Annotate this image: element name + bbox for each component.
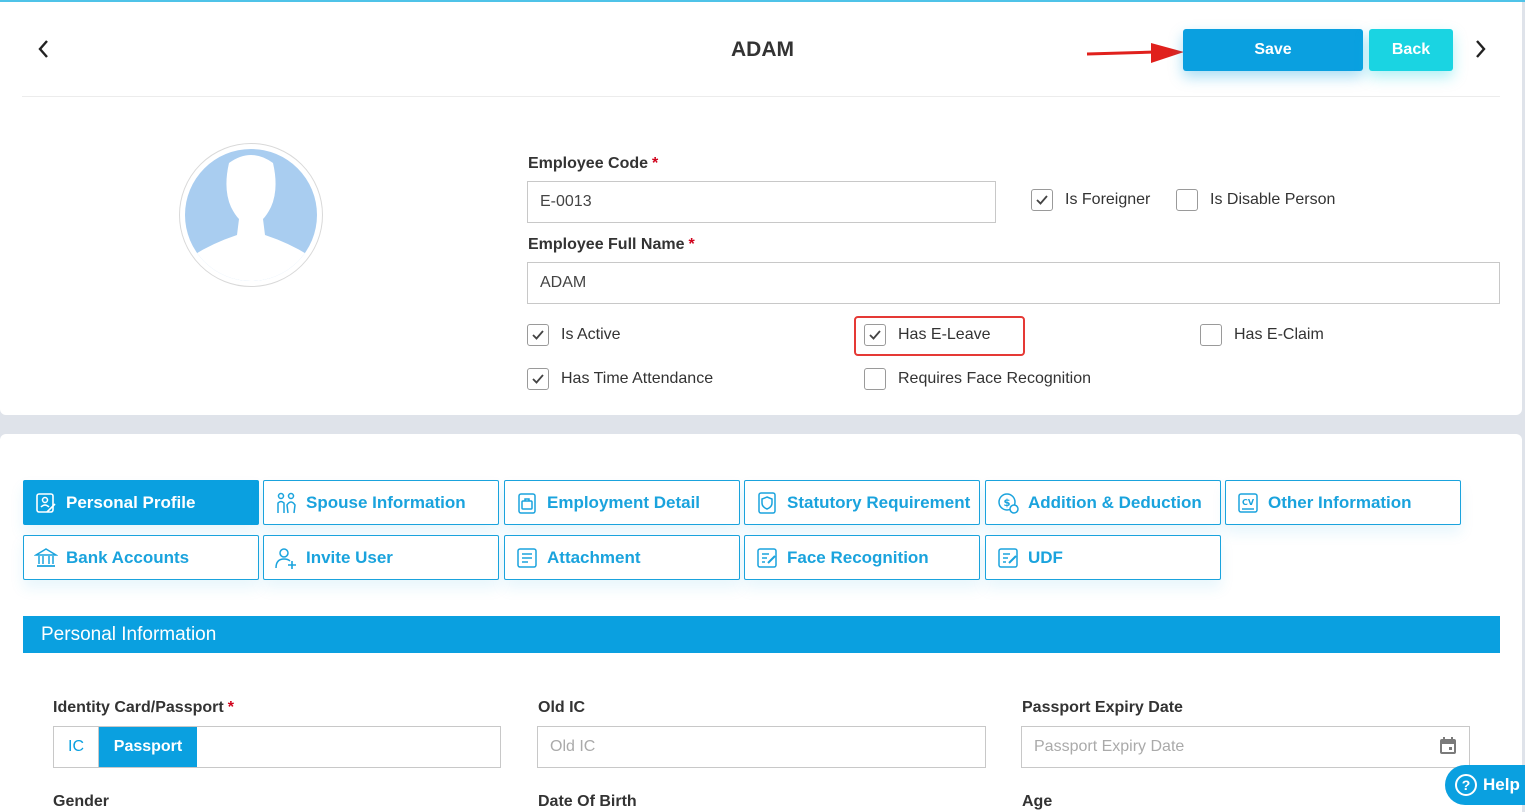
is-foreigner-label: Is Foreigner: [1065, 191, 1151, 208]
tab-label: Personal Profile: [66, 492, 196, 512]
passport-expiry-date-input[interactable]: Passport Expiry Date: [1021, 726, 1470, 768]
identity-card-passport-label: Identity Card/Passport *: [53, 699, 234, 716]
tab-attachment[interactable]: Attachment: [504, 535, 740, 580]
tab-label: Bank Accounts: [66, 547, 190, 567]
is-active-checkbox[interactable]: Is Active: [527, 324, 621, 346]
header-divider: [22, 96, 1500, 97]
svg-text:CV: CV: [1242, 498, 1255, 507]
help-label: Help: [1483, 775, 1520, 794]
document-edit-icon: [755, 546, 779, 570]
profile-icon: [34, 491, 58, 515]
identity-option-ic[interactable]: IC: [54, 727, 99, 767]
back-button[interactable]: Back: [1369, 29, 1453, 71]
red-annotation-arrow-icon: [1086, 43, 1184, 63]
has-time-attendance-checkbox[interactable]: Has Time Attendance: [527, 368, 713, 390]
checkbox-checked-icon: [527, 324, 549, 346]
is-disable-person-label: Is Disable Person: [1210, 191, 1336, 208]
spouse-icon: [274, 491, 298, 515]
help-button[interactable]: ? Help: [1445, 765, 1525, 805]
employee-code-input[interactable]: E-0013: [527, 181, 996, 223]
question-mark-icon: ?: [1455, 774, 1477, 796]
red-highlight-box: [854, 316, 1025, 356]
checkbox-unchecked-icon: [1200, 324, 1222, 346]
has-time-attendance-label: Has Time Attendance: [561, 370, 714, 387]
date-of-birth-label: Date Of Birth: [538, 793, 637, 810]
has-e-claim-checkbox[interactable]: Has E-Claim: [1200, 324, 1324, 346]
tab-label: Invite User: [306, 547, 393, 567]
tab-label: Attachment: [547, 547, 641, 567]
tab-face-recognition[interactable]: Face Recognition: [744, 535, 980, 580]
cv-icon: CV: [1236, 491, 1260, 515]
tab-udf[interactable]: UDF: [985, 535, 1221, 580]
tab-label: Statutory Requirement: [787, 492, 971, 512]
svg-text:$: $: [1004, 498, 1011, 509]
checkbox-unchecked-icon: [1176, 189, 1198, 211]
checkbox-checked-icon: [527, 368, 549, 390]
checkbox-unchecked-icon: [864, 368, 886, 390]
document-icon: [515, 546, 539, 570]
tab-bank-accounts[interactable]: Bank Accounts: [23, 535, 259, 580]
tab-label: Addition & Deduction: [1028, 492, 1202, 512]
bank-icon: [33, 546, 59, 570]
tab-label: Spouse Information: [306, 492, 466, 512]
tab-label: Face Recognition: [787, 547, 929, 567]
invite-user-icon: [274, 546, 298, 570]
requires-face-recognition-label: Requires Face Recognition: [898, 370, 1091, 387]
tab-spouse-information[interactable]: Spouse Information: [263, 480, 499, 525]
money-icon: $: [996, 491, 1020, 515]
identity-option-passport[interactable]: Passport: [99, 727, 197, 767]
old-ic-input[interactable]: Old IC: [537, 726, 986, 768]
employee-full-name-input[interactable]: ADAM: [527, 262, 1500, 304]
tab-other-information[interactable]: CV Other Information: [1225, 480, 1461, 525]
is-foreigner-checkbox[interactable]: Is Foreigner: [1031, 189, 1150, 211]
requires-face-recognition-checkbox[interactable]: Requires Face Recognition: [864, 368, 1091, 390]
tab-label: Employment Detail: [547, 492, 701, 512]
tab-invite-user[interactable]: Invite User: [263, 535, 499, 580]
statutory-icon: [755, 491, 779, 515]
tab-personal-profile[interactable]: Personal Profile: [23, 480, 259, 525]
is-active-label: Is Active: [561, 326, 621, 343]
tab-label: UDF: [1028, 547, 1063, 567]
tab-employment-detail[interactable]: Employment Detail: [504, 480, 740, 525]
passport-expiry-date-label: Passport Expiry Date: [1022, 699, 1183, 716]
avatar-placeholder-icon: [185, 149, 317, 281]
checkbox-checked-icon: [1031, 189, 1053, 211]
briefcase-icon: [515, 491, 539, 515]
save-button[interactable]: Save: [1183, 29, 1363, 71]
tab-label: Other Information: [1268, 492, 1412, 512]
gender-label: Gender: [53, 793, 110, 810]
employee-code-label: Employee Code *: [528, 155, 659, 172]
calendar-icon[interactable]: [1438, 736, 1458, 756]
tab-statutory-requirement[interactable]: Statutory Requirement: [744, 480, 980, 525]
next-record-arrow-icon[interactable]: [1469, 36, 1491, 62]
age-label: Age: [1022, 793, 1053, 810]
avatar[interactable]: [179, 143, 323, 287]
document-edit-icon: [996, 546, 1020, 570]
personal-information-section-header: Personal Information: [23, 616, 1500, 653]
is-disable-person-checkbox[interactable]: Is Disable Person: [1176, 189, 1335, 211]
employee-full-name-label: Employee Full Name *: [528, 236, 695, 253]
old-ic-label: Old IC: [538, 699, 586, 716]
identity-type-toggle: IC Passport: [53, 726, 501, 768]
has-e-claim-label: Has E-Claim: [1234, 326, 1324, 343]
tab-addition-deduction[interactable]: $ Addition & Deduction: [985, 480, 1221, 525]
